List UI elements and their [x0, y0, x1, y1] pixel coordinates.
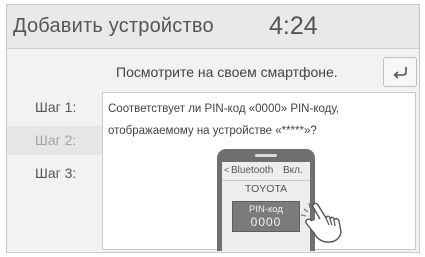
instruction-text: Посмотрите на своем смартфоне. [116, 64, 338, 80]
bluetooth-row: < Bluetooth Вкл. [222, 162, 310, 181]
phone-speaker [255, 154, 277, 157]
step-2: Шаг 2: [7, 126, 102, 155]
device-name: TOYOTA [244, 183, 288, 195]
display-screen: Добавить устройство 4:24 Посмотрите на с… [6, 4, 420, 253]
header-bar: Добавить устройство 4:24 [7, 5, 419, 49]
pin-display: PIN-код 0000 [232, 201, 300, 232]
back-arrow-icon [393, 67, 407, 79]
clock: 4:24 [269, 12, 318, 40]
phone-screen: < Bluetooth Вкл. TOYOTA PIN-код 0000 [222, 162, 310, 251]
back-button[interactable] [383, 57, 417, 87]
step-1: Шаг 1: [35, 99, 77, 115]
step-3: Шаг 3: [35, 165, 77, 181]
pointing-hand-icon [300, 202, 342, 243]
pin-code: 0000 [250, 215, 282, 229]
chevron-left-icon: < [224, 165, 230, 175]
pin-label: PIN-код [249, 204, 283, 215]
bluetooth-label: Bluetooth [231, 165, 274, 176]
subheader: Посмотрите на своем смартфоне. [102, 55, 419, 88]
steps-list: Шаг 1: Шаг 2: Шаг 3: [7, 88, 102, 252]
pin-question: Соответствует ли PIN-код «0000» PIN-коду… [108, 103, 340, 137]
content-panel: Соответствует ли PIN-код «0000» PIN-коду… [102, 92, 416, 251]
bluetooth-state: Вкл. [283, 165, 303, 176]
screen-title: Добавить устройство [13, 15, 214, 37]
